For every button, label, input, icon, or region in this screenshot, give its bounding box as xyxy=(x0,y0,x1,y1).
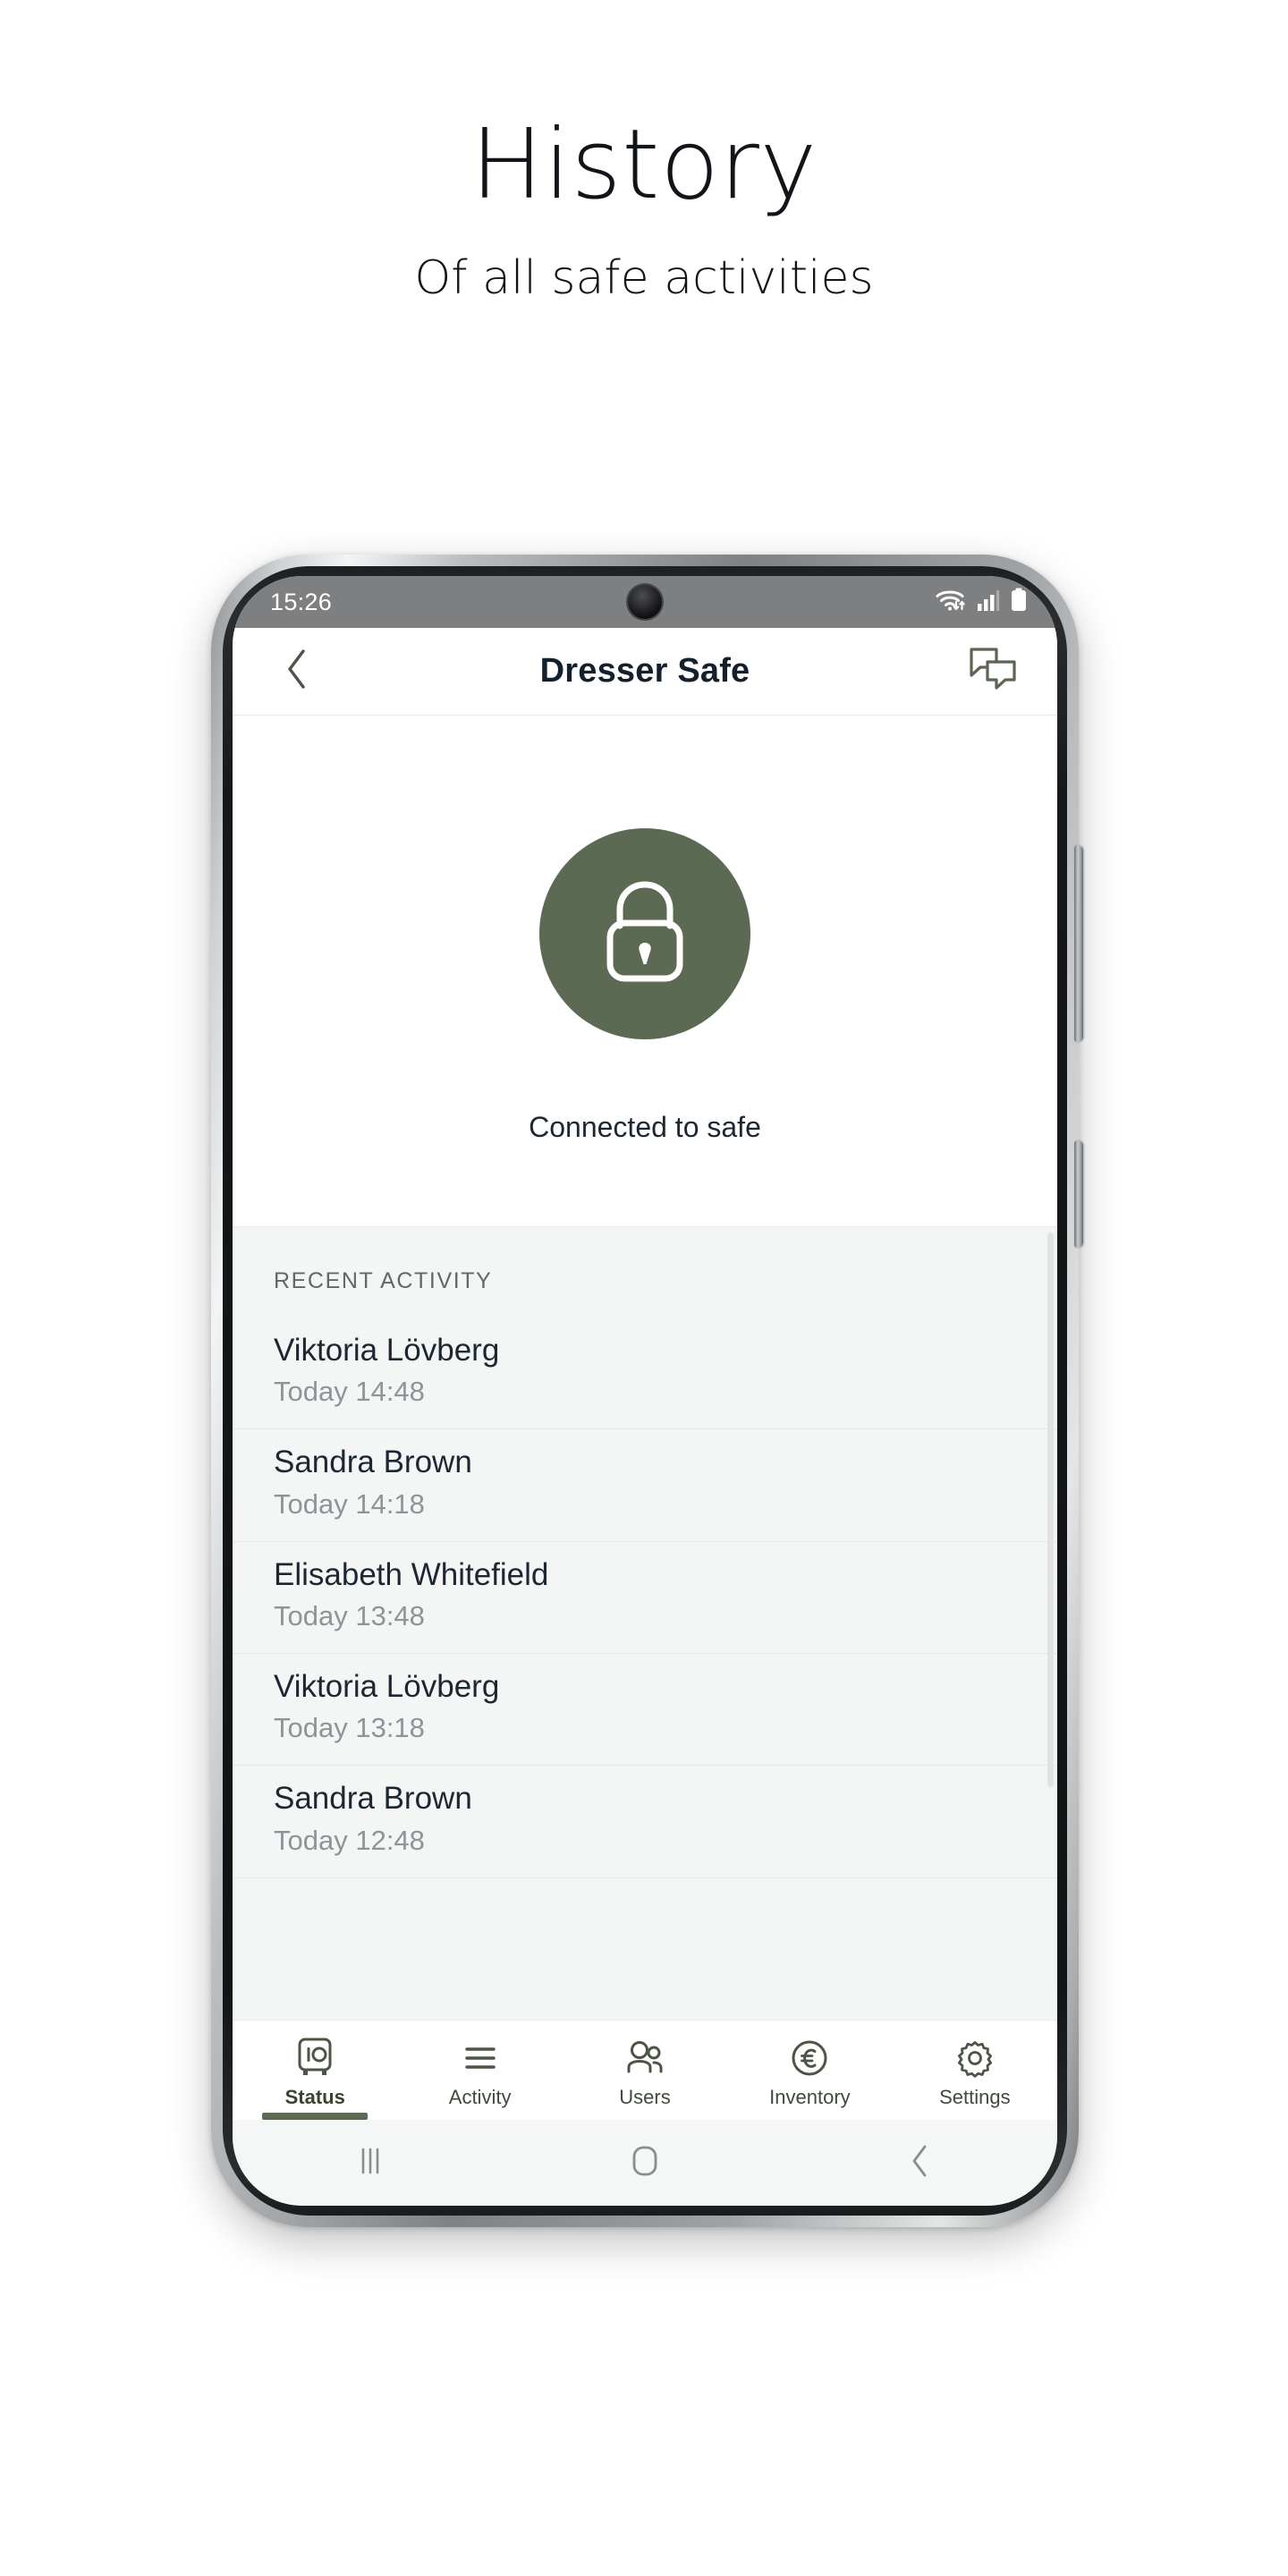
activity-user-name: Sandra Brown xyxy=(274,1781,472,1817)
activity-timestamp: Today 12:48 xyxy=(274,1824,425,1856)
app-header: Dresser Safe xyxy=(233,628,1057,716)
tab-settings[interactable]: Settings xyxy=(893,2021,1057,2120)
bottom-tab-bar: Status Activity Users Inventory Settings xyxy=(233,2020,1057,2120)
power-button[interactable] xyxy=(1074,1140,1083,1248)
tab-inventory[interactable]: Inventory xyxy=(727,2021,892,2120)
tab-label: Settings xyxy=(939,2085,1011,2108)
activity-user-name: Viktoria Lövberg xyxy=(274,1669,500,1705)
activity-scrollbar[interactable] xyxy=(1047,1227,1054,2020)
status-bar: 15:26 xyxy=(233,576,1057,628)
activity-timestamp: Today 14:48 xyxy=(274,1376,425,1408)
phone-screen: 15:26 Dresser Safe Connected to safe REC… xyxy=(233,576,1057,2206)
back-chevron-icon xyxy=(906,2141,933,2185)
activity-user-name: Viktoria Lövberg xyxy=(274,1333,500,1368)
recent-activity-section: RECENT ACTIVITY Viktoria Lövberg Today 1… xyxy=(233,1226,1057,2020)
status-bar-time: 15:26 xyxy=(270,588,333,615)
activity-timestamp: Today 13:18 xyxy=(274,1712,425,1744)
chevron-left-icon xyxy=(284,648,310,695)
screen-title: Dresser Safe xyxy=(539,652,750,690)
list-lines-icon xyxy=(462,2038,499,2079)
battery-icon xyxy=(1011,588,1027,617)
euro-circle-icon xyxy=(790,2038,829,2079)
page-subtitle: Of all safe activities xyxy=(414,251,874,306)
tab-label: Inventory xyxy=(769,2085,851,2108)
recents-button[interactable] xyxy=(321,2133,419,2192)
android-nav-bar xyxy=(233,2120,1057,2206)
recents-bars-icon xyxy=(354,2143,386,2183)
back-nav-button[interactable] xyxy=(870,2133,969,2192)
users-group-icon xyxy=(624,2038,665,2079)
safe-status-panel: Connected to safe xyxy=(233,716,1057,1226)
page-title: History xyxy=(470,109,818,221)
volume-button[interactable] xyxy=(1074,845,1083,1042)
list-item[interactable]: Viktoria Lövberg Today 14:48 xyxy=(233,1318,1057,1430)
activity-user-name: Sandra Brown xyxy=(274,1445,472,1480)
tab-activity[interactable]: Activity xyxy=(397,2021,562,2120)
activity-timestamp: Today 14:18 xyxy=(274,1487,425,1520)
front-camera-punch-hole-icon xyxy=(628,585,662,619)
list-item[interactable]: Sandra Brown Today 12:48 xyxy=(233,1766,1057,1878)
list-item[interactable]: Sandra Brown Today 14:18 xyxy=(233,1429,1057,1542)
back-button[interactable] xyxy=(268,643,326,700)
activity-scrollbar-thumb[interactable] xyxy=(1047,1233,1054,1787)
wifi-icon xyxy=(936,588,966,617)
gear-icon xyxy=(955,2038,995,2079)
tab-label: Status xyxy=(284,2085,345,2108)
tab-status[interactable]: Status xyxy=(233,2021,397,2120)
home-button[interactable] xyxy=(596,2133,694,2192)
safe-vault-icon xyxy=(296,2038,334,2079)
status-bar-icons xyxy=(936,588,1027,617)
chat-button[interactable] xyxy=(964,643,1021,700)
activity-timestamp: Today 13:48 xyxy=(274,1599,425,1631)
home-square-icon xyxy=(627,2141,663,2185)
tab-users[interactable]: Users xyxy=(563,2021,727,2120)
page-root: History Of all safe activities 15:26 Dre… xyxy=(0,0,1288,2576)
active-tab-indicator xyxy=(262,2113,369,2120)
chat-bubbles-icon xyxy=(969,647,1017,696)
list-item[interactable]: Elisabeth Whitefield Today 13:48 xyxy=(233,1542,1057,1655)
hero-heading-block: History Of all safe activities xyxy=(0,0,1288,306)
lock-status-indicator[interactable] xyxy=(539,828,750,1039)
connection-status-text: Connected to safe xyxy=(529,1111,761,1143)
cellular-signal-icon xyxy=(977,589,1000,616)
activity-user-name: Elisabeth Whitefield xyxy=(274,1556,549,1592)
list-item[interactable]: Viktoria Lövberg Today 13:18 xyxy=(233,1654,1057,1767)
phone-mockup: 15:26 Dresser Safe Connected to safe REC… xyxy=(211,555,1083,2227)
tab-label: Users xyxy=(619,2085,671,2108)
recent-activity-heading: RECENT ACTIVITY xyxy=(274,1268,493,1293)
tab-label: Activity xyxy=(448,2085,512,2108)
padlock-closed-icon xyxy=(592,874,698,995)
